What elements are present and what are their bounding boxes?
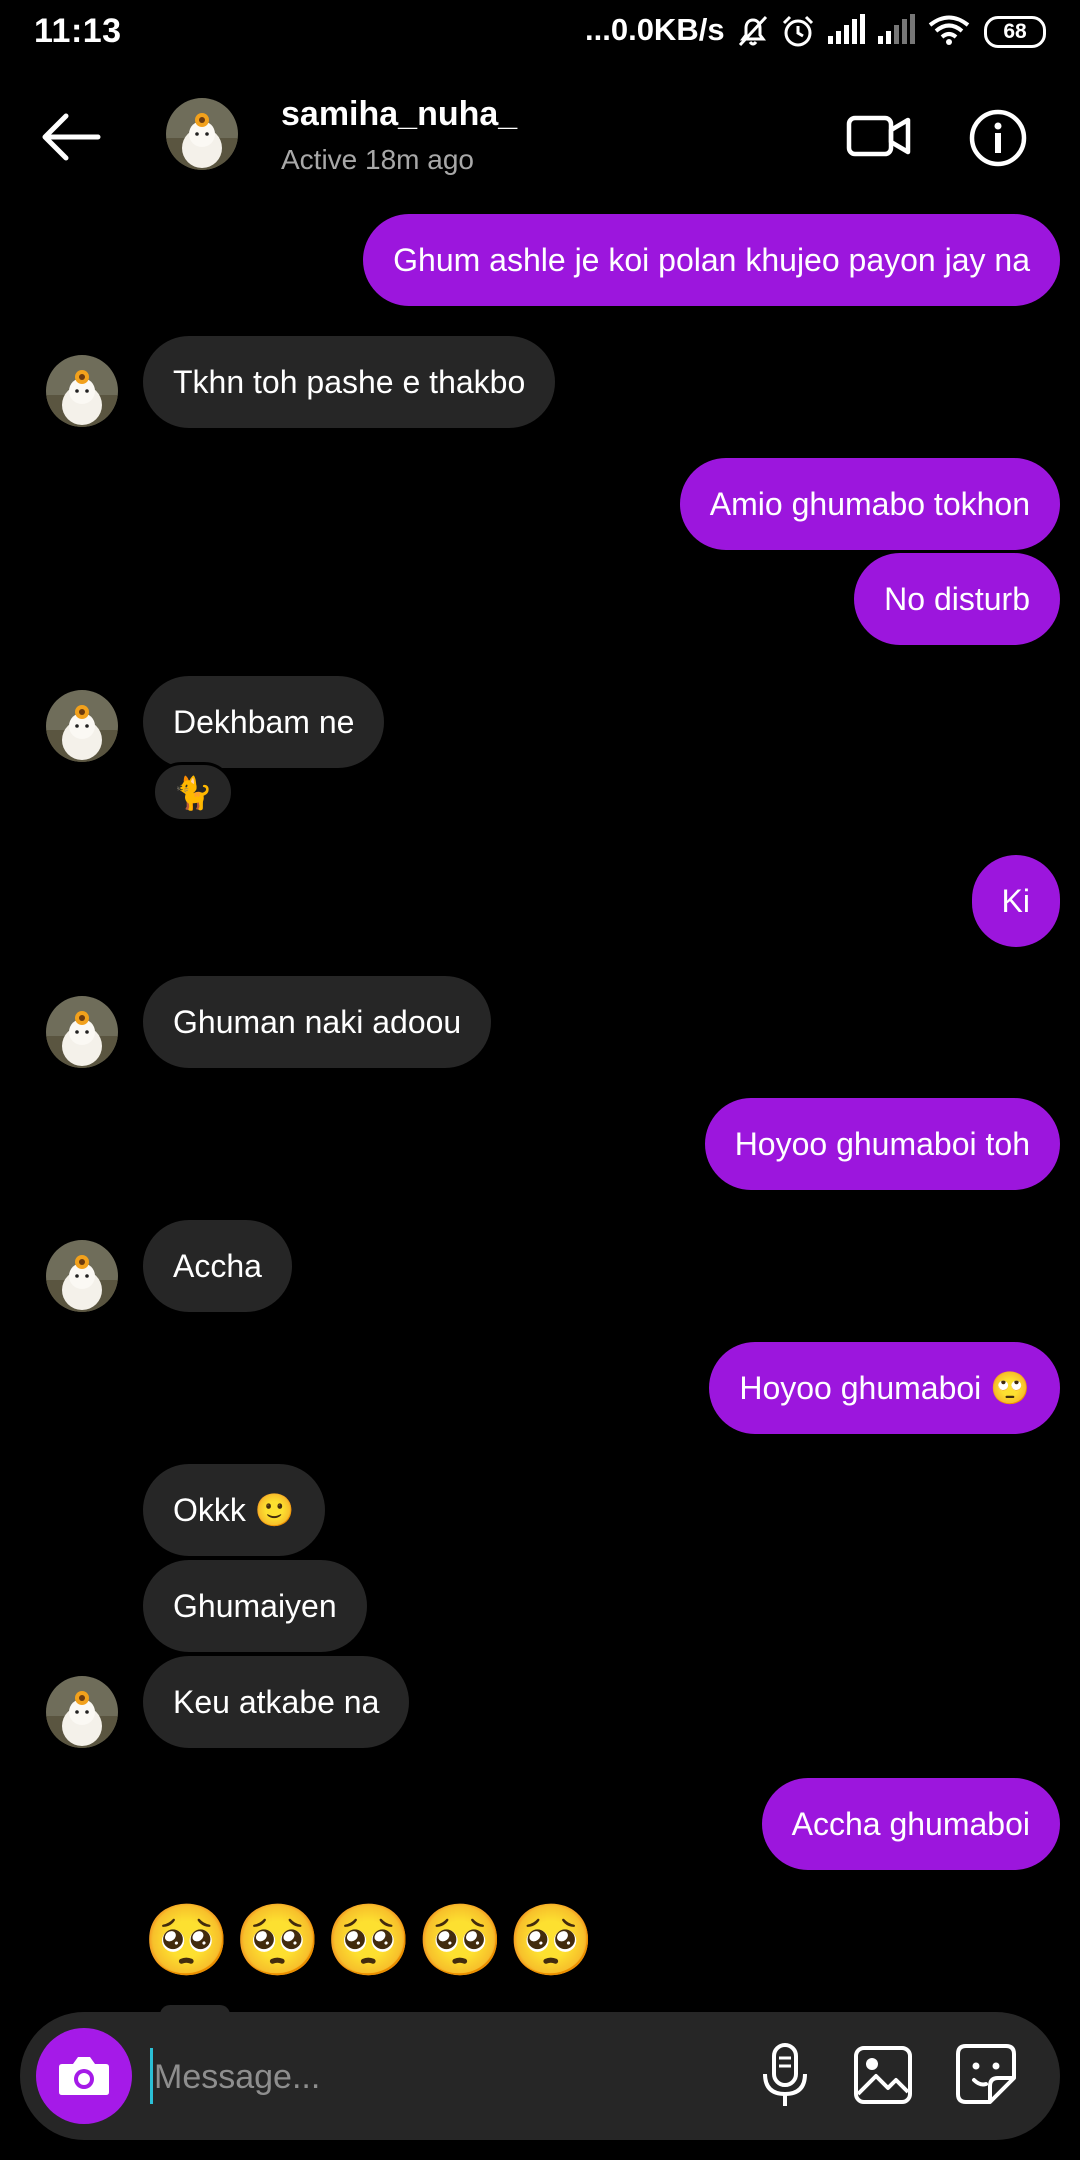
message-incoming[interactable]: Keu atkabe na: [143, 1656, 410, 1748]
message-input[interactable]: [152, 2042, 716, 2112]
status-bar: 11:13 ...0.0KB/s 68: [0, 0, 1080, 62]
back-arrow-icon[interactable]: [38, 110, 104, 164]
profile-avatar[interactable]: [166, 98, 238, 170]
video-call-icon[interactable]: [846, 106, 912, 166]
message-outgoing[interactable]: No disturb: [854, 553, 1060, 645]
message-outgoing[interactable]: Accha ghumaboi: [761, 1778, 1060, 1870]
camera-button[interactable]: [36, 2028, 132, 2124]
sender-avatar[interactable]: [46, 1240, 118, 1312]
message-outgoing[interactable]: Ki: [971, 855, 1060, 947]
camera-icon: [59, 2057, 109, 2095]
alarm-icon: [782, 15, 814, 47]
message-incoming[interactable]: Okkk 🙂: [143, 1464, 325, 1556]
microphone-icon[interactable]: [755, 2042, 815, 2110]
chat-screen: 11:13 ...0.0KB/s 68 samiha_nuha_ Active …: [0, 0, 1080, 2160]
message-incoming[interactable]: Tkhn toh pashe e thakbo: [143, 336, 556, 428]
battery-indicator: 68: [984, 16, 1046, 48]
image-icon[interactable]: [852, 2044, 914, 2106]
emoji-message[interactable]: 🥺🥺🥺🥺🥺: [143, 1900, 599, 1982]
info-icon[interactable]: [968, 108, 1028, 168]
message-incoming[interactable]: Ghumaiyen: [143, 1560, 367, 1652]
chat-username[interactable]: samiha_nuha_: [281, 95, 517, 134]
message-outgoing[interactable]: Amio ghumabo tokhon: [679, 458, 1060, 550]
sender-avatar[interactable]: [46, 690, 118, 762]
message-incoming[interactable]: Ghuman naki adoou: [143, 976, 492, 1068]
signal-icon: [828, 14, 865, 44]
message-reaction[interactable]: 🐈: [152, 762, 234, 822]
sender-avatar[interactable]: [46, 355, 118, 427]
chat-header: samiha_nuha_ Active 18m ago: [0, 62, 1080, 212]
sticker-icon[interactable]: [954, 2042, 1018, 2106]
message-outgoing[interactable]: Ghum ashle je koi polan khujeo payon jay…: [363, 214, 1060, 306]
mute-bell-icon: [738, 15, 768, 47]
active-status: Active 18m ago: [281, 144, 474, 175]
message-incoming[interactable]: Accha: [143, 1220, 292, 1312]
sender-avatar[interactable]: [46, 1676, 118, 1748]
message-outgoing[interactable]: Hoyoo ghumaboi 🙄: [709, 1342, 1060, 1434]
signal-weak-icon: [878, 14, 915, 44]
message-composer: [20, 2012, 1060, 2140]
wifi-icon: [928, 15, 970, 45]
message-incoming[interactable]: Dekhbam ne: [143, 676, 385, 768]
message-outgoing[interactable]: Hoyoo ghumaboi toh: [704, 1098, 1060, 1190]
status-time: 11:13: [34, 12, 122, 50]
network-speed: ...0.0KB/s: [585, 12, 725, 47]
sender-avatar[interactable]: [46, 996, 118, 1068]
